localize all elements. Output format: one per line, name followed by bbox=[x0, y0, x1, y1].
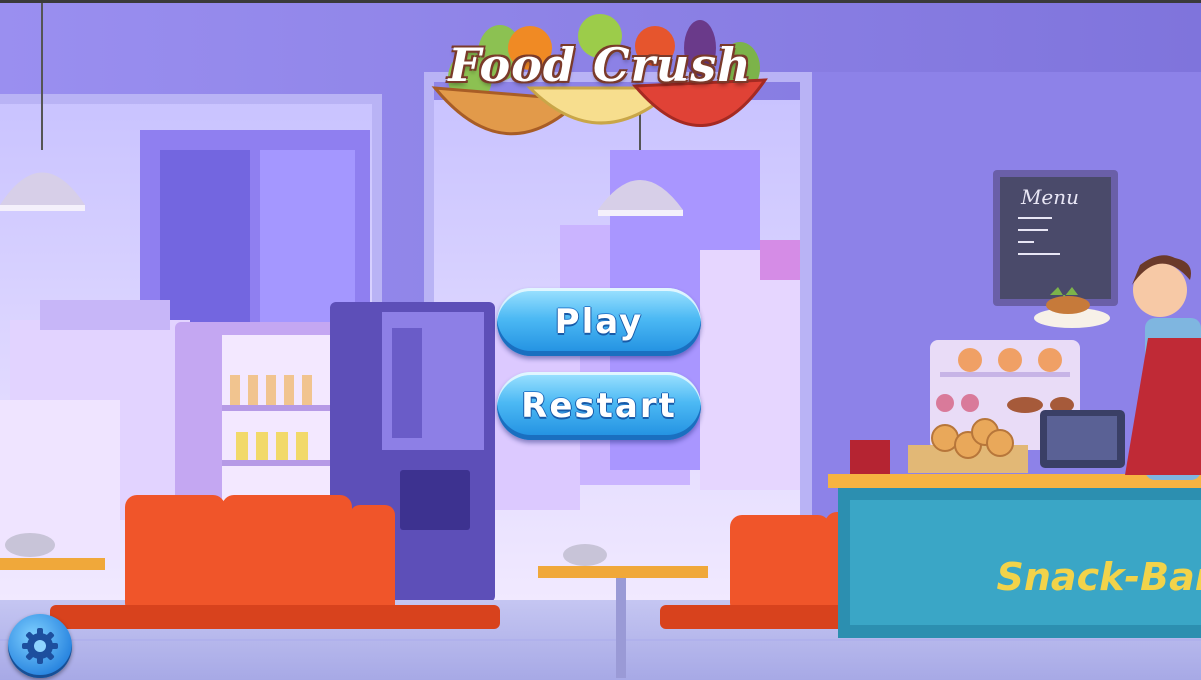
settings-button[interactable] bbox=[8, 614, 72, 678]
play-button[interactable]: Play bbox=[497, 288, 701, 356]
gear-icon bbox=[22, 628, 58, 664]
game-title: Food Crush bbox=[448, 38, 752, 92]
restart-button[interactable]: Restart bbox=[497, 372, 701, 440]
top-edge-bar bbox=[0, 0, 1201, 3]
snack-bar-sign: Snack-Bar bbox=[997, 555, 1201, 599]
menu-board-title: Menu bbox=[1020, 185, 1079, 209]
game-logo: Food Crush bbox=[430, 8, 770, 158]
